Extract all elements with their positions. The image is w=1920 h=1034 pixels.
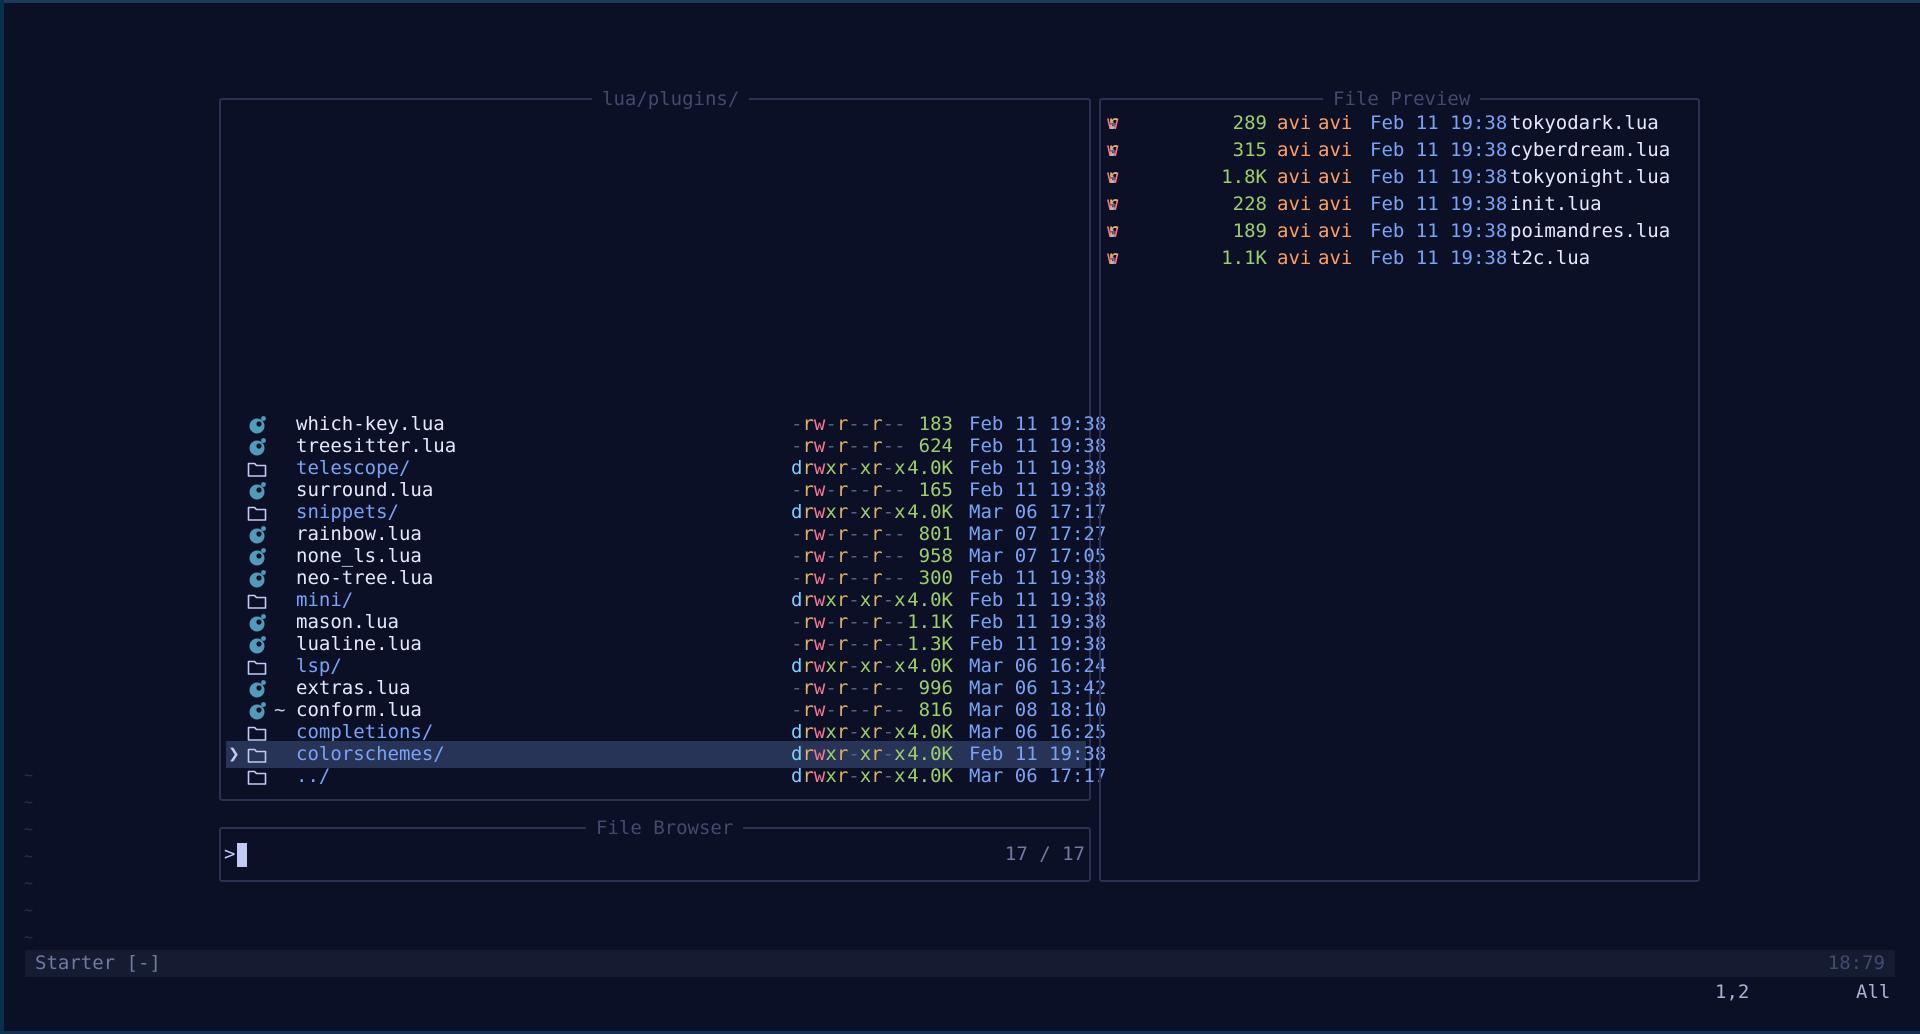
status-line: Starter [-] 18:79 [25, 950, 1895, 977]
preview-group: avi [1318, 112, 1353, 134]
window-top-border [0, 0, 1920, 3]
prompt-title: File Browser [586, 816, 744, 840]
prompt-caret-icon: > [224, 843, 236, 865]
file-name: ../ [296, 765, 331, 787]
preview-name: t2c.lua [1510, 247, 1591, 269]
file-size: 4.0K [907, 765, 953, 787]
cursor-position: 1,2 [1715, 981, 1750, 1003]
preview-group: avi [1318, 220, 1353, 242]
empty-line-marker: ~ [24, 793, 34, 811]
empty-line-marker: ~ [24, 901, 34, 919]
preview-date: Feb 11 19:38 [1370, 112, 1508, 134]
preview-size: 228 [1232, 193, 1267, 215]
preview-size: 1.8K [1221, 166, 1267, 188]
search-input[interactable] [237, 843, 247, 867]
results-title: lua/plugins/ [592, 87, 750, 111]
preview-panel: File Preview . r w - r - - r - -289 avi avi Feb 11 1… [1099, 87, 1700, 882]
empty-line-marker: ~ [24, 874, 34, 892]
preview-size: 1.1K [1221, 247, 1267, 269]
preview-name: poimandres.lua [1510, 220, 1671, 242]
preview-title: File Preview [1323, 87, 1481, 111]
preview-group: avi [1318, 193, 1353, 215]
preview-user: avi [1277, 166, 1312, 188]
preview-user: avi [1277, 220, 1312, 242]
preview-name: init.lua [1510, 193, 1602, 215]
preview-size: 289 [1232, 112, 1267, 134]
status-buffer-name: Starter [-] [35, 952, 161, 974]
preview-size: 189 [1232, 220, 1267, 242]
preview-name: cyberdream.lua [1510, 139, 1671, 161]
empty-line-marker: ~ [24, 820, 34, 838]
result-counter: 17 / 17 [1004, 843, 1085, 865]
preview-user: avi [1277, 193, 1312, 215]
preview-name: tokyodark.lua [1510, 112, 1659, 134]
window-left-edge [0, 0, 4, 1034]
prompt-panel: File Browser > 17 / 17 [219, 816, 1091, 882]
preview-group: avi [1318, 166, 1353, 188]
empty-line-marker: ~ [24, 928, 34, 946]
status-time: 18:79 [1827, 952, 1885, 974]
preview-group: avi [1318, 139, 1353, 161]
preview-date: Feb 11 19:38 [1370, 166, 1508, 188]
preview-user: avi [1277, 247, 1312, 269]
result-row-folder[interactable]: ../drwxr-xr-x 4.0K Mar 06 17:17 [226, 763, 1106, 790]
preview-user: avi [1277, 139, 1312, 161]
scroll-indicator: All [1856, 981, 1891, 1003]
preview-group: avi [1318, 247, 1353, 269]
preview-date: Feb 11 19:38 [1370, 247, 1508, 269]
folder-icon [246, 766, 268, 788]
preview-user: avi [1277, 112, 1312, 134]
preview-size: 315 [1232, 139, 1267, 161]
preview-date: Feb 11 19:38 [1370, 220, 1508, 242]
file-date: Mar 06 17:17 [969, 765, 1107, 787]
preview-name: tokyonight.lua [1510, 166, 1671, 188]
empty-line-marker: ~ [24, 766, 34, 784]
results-panel: lua/plugins/ which-key.lua -rw-r--r-- 183 F… [219, 87, 1106, 801]
preview-date: Feb 11 19:38 [1370, 139, 1508, 161]
preview-date: Feb 11 19:38 [1370, 193, 1508, 215]
empty-line-marker: ~ [24, 847, 34, 865]
